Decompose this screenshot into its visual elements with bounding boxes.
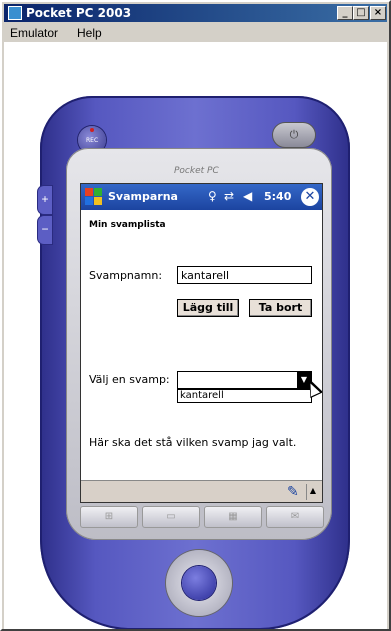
add-button[interactable]: Lägg till bbox=[177, 299, 239, 317]
power-button[interactable]: ⏻ bbox=[272, 122, 316, 148]
hardware-buttons: ⊞ ▭ ▦ ✉ bbox=[76, 506, 324, 530]
power-icon: ⏻ bbox=[289, 129, 299, 141]
maximize-button[interactable]: □ bbox=[353, 6, 369, 20]
emulator-window: Pocket PC 2003 _ □ × Emulator Help REC ⏻… bbox=[0, 0, 391, 631]
hw-start-button[interactable]: ⊞ bbox=[80, 506, 138, 528]
remove-button[interactable]: Ta bort bbox=[249, 299, 312, 317]
windows-flag-icon[interactable] bbox=[85, 188, 103, 206]
emulator-stage: REC ⏻ + − Pocket PC Svamparna ♀ ⇄ ◀ 5:40… bbox=[4, 42, 387, 629]
mushroom-select[interactable]: ▼ bbox=[177, 371, 312, 389]
windows-flag-icon: ⊞ bbox=[104, 511, 114, 522]
close-button[interactable]: × bbox=[370, 6, 386, 20]
contacts-icon: ▦ bbox=[228, 511, 238, 522]
app-title: Svamparna bbox=[108, 190, 178, 203]
menu-emulator[interactable]: Emulator bbox=[10, 26, 58, 40]
window-title: Pocket PC 2003 bbox=[26, 6, 132, 20]
minimize-button[interactable]: _ bbox=[337, 6, 353, 20]
menu-help[interactable]: Help bbox=[77, 26, 102, 40]
record-indicator-icon bbox=[90, 128, 94, 132]
hw-inbox-button[interactable]: ✉ bbox=[266, 506, 324, 528]
name-input[interactable]: kantarell bbox=[177, 266, 312, 284]
record-label: REC bbox=[86, 137, 99, 144]
connectivity-icon[interactable]: ♀ bbox=[208, 189, 217, 203]
inbox-icon: ✉ bbox=[290, 511, 300, 522]
speaker-icon[interactable]: ◀ bbox=[243, 189, 252, 203]
select-label: Välj en svamp: bbox=[89, 373, 170, 386]
page-heading: Min svamplista bbox=[89, 220, 166, 230]
menu-bar: Emulator Help bbox=[4, 23, 387, 41]
side-volume-down-button[interactable]: − bbox=[38, 216, 52, 244]
navigation-bar: Svamparna ♀ ⇄ ◀ 5:40 ✕ bbox=[81, 184, 322, 210]
action-button[interactable] bbox=[182, 566, 216, 600]
clock[interactable]: 5:40 bbox=[264, 190, 291, 203]
name-label: Svampnamn: bbox=[89, 269, 163, 282]
side-volume-up-button[interactable]: + bbox=[38, 186, 52, 214]
dropdown-option[interactable]: kantarell bbox=[177, 389, 312, 403]
app-icon bbox=[8, 6, 22, 20]
hw-contacts-button[interactable]: ▦ bbox=[204, 506, 262, 528]
selection-info-text: Här ska det stå vilken svamp jag valt. bbox=[89, 436, 297, 449]
device-screen: Svamparna ♀ ⇄ ◀ 5:40 ✕ Min svamplista Sv… bbox=[80, 183, 323, 503]
title-bar[interactable]: Pocket PC 2003 _ □ × bbox=[4, 4, 387, 22]
ok-close-button[interactable]: ✕ bbox=[301, 188, 319, 206]
pen-icon[interactable]: ✎ bbox=[287, 484, 299, 500]
device-brand: Pocket PC bbox=[174, 166, 219, 176]
command-bar: ✎ ▲ bbox=[81, 480, 322, 502]
sync-arrows-icon[interactable]: ⇄ bbox=[224, 189, 234, 203]
sip-arrow-icon[interactable]: ▲ bbox=[306, 484, 319, 500]
calendar-icon: ▭ bbox=[166, 511, 176, 522]
hw-calendar-button[interactable]: ▭ bbox=[142, 506, 200, 528]
